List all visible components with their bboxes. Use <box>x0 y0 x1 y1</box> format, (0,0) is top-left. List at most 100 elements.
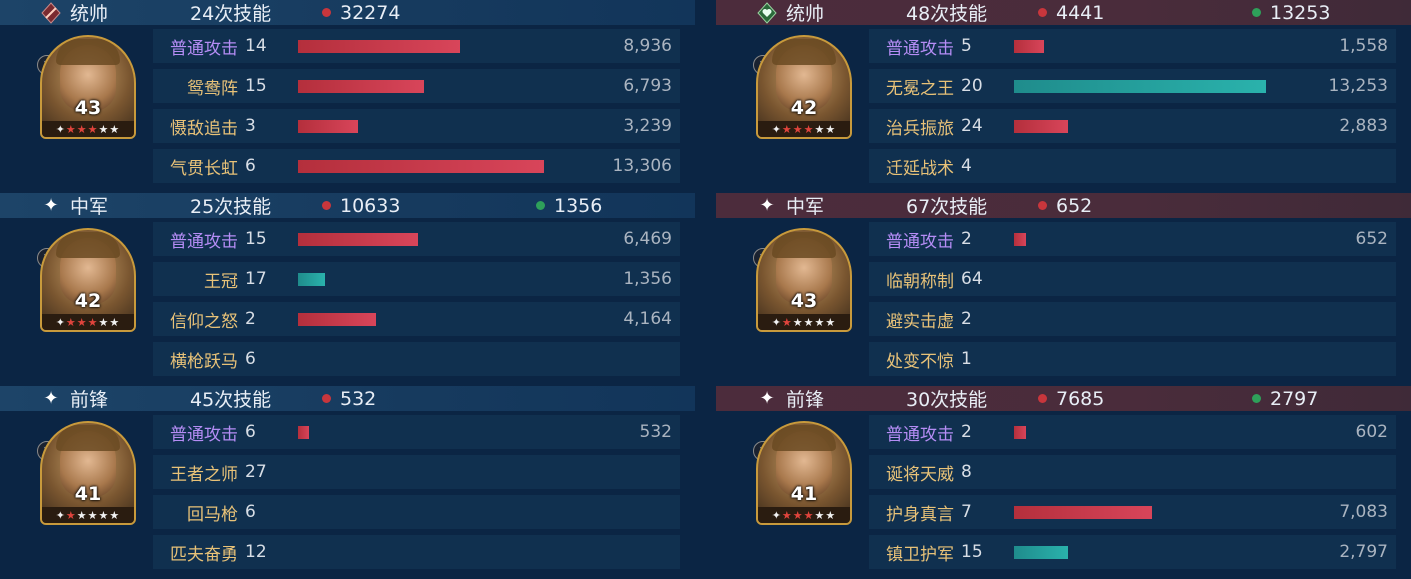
skill-damage-value: 3,239 <box>623 116 672 136</box>
star-rating: ✦ ★ ★ ★ ★ ★ <box>758 507 850 523</box>
hero-header: ✦ 前锋 30次技能 7685 2797 <box>716 386 1411 411</box>
skill-damage-value: 602 <box>1355 422 1388 442</box>
skill-damage-value: 2,883 <box>1339 116 1388 136</box>
skill-cast-count: 14 <box>245 36 267 56</box>
damage-dot-icon <box>322 201 331 210</box>
skill-damage-bar <box>1014 120 1068 133</box>
heart-icon <box>756 1 778 24</box>
star-rating: ✦ ★ ★ ★ ★ ★ <box>42 507 134 523</box>
star-rating: ✦ ★ ★ ★ ★ ★ <box>42 121 134 137</box>
damage-total: 7685 <box>1038 388 1104 410</box>
ally-team-panel: 统帅24次技能32274⚔43✦★★★★★普通攻击148,936鸳鸯阵156,7… <box>0 0 695 578</box>
star-icon: ★ <box>825 315 837 329</box>
hero-portrait[interactable]: 42 ✦ ★ ★ ★ ★ ★ <box>40 228 136 332</box>
skill-damage-value: 4,164 <box>623 309 672 329</box>
enemy-team-panel: 统帅48次技能444113253⚔42✦★★★★★普通攻击51,558无冕之王2… <box>716 0 1411 578</box>
star-icon: ★ <box>98 122 110 136</box>
skill-name: 治兵振旅 <box>886 118 954 139</box>
skill-cast-count: 27 <box>245 462 267 482</box>
star-icon: ★ <box>781 122 793 136</box>
hero-section-3: ✦前锋45次技能532⚔41✦★★★★★普通攻击6532王者之师27回马枪6匹夫… <box>0 386 695 579</box>
hero-level: 42 <box>790 97 818 119</box>
skill-name: 普通攻击 <box>886 424 954 445</box>
star-icon: ★ <box>98 508 110 522</box>
skill-cast-count: 2 <box>245 309 256 329</box>
skill-damage-bar <box>298 313 376 326</box>
hero-portrait[interactable]: 43 ✦ ★ ★ ★ ★ ★ <box>756 228 852 332</box>
skill-cast-count: 6 <box>245 349 256 369</box>
skill-cast-count: 6 <box>245 422 256 442</box>
hero-headgear <box>56 232 120 258</box>
skill-name: 横枪跃马 <box>170 351 238 372</box>
hero-level: 43 <box>74 97 102 119</box>
skill-cast-count: 64 <box>961 269 983 289</box>
skill-row: 气贯长虹 6 13,306 <box>153 149 680 183</box>
star-icon: ★ <box>814 508 826 522</box>
skill-cast-count: 2 <box>961 229 972 249</box>
heal-value: 1356 <box>554 194 603 217</box>
star-icon: ★ <box>803 315 815 329</box>
hero-portrait[interactable]: 43 ✦ ★ ★ ★ ★ ★ <box>40 35 136 139</box>
skill-name: 慑敌追击 <box>170 118 238 139</box>
skill-row: 临朝称制 64 <box>869 262 1396 296</box>
star-icon: ★ <box>109 122 121 136</box>
skill-cast-count: 24 <box>961 116 983 136</box>
skill-name: 镇卫护军 <box>886 544 954 565</box>
skill-row: 普通攻击 2 602 <box>869 415 1396 449</box>
skill-row: 信仰之怒 2 4,164 <box>153 302 680 336</box>
star-icon: ★ <box>109 315 121 329</box>
star-icon: ★ <box>803 508 815 522</box>
skill-damage-value: 652 <box>1355 229 1388 249</box>
hero-section-1: 统帅48次技能444113253⚔42✦★★★★★普通攻击51,558无冕之王2… <box>716 0 1411 193</box>
skill-count: 45次技能 <box>190 389 272 411</box>
skill-row: 普通攻击 5 1,558 <box>869 29 1396 63</box>
hero-header: ✦ 中军 25次技能 10633 1356 <box>0 193 695 218</box>
star-icon: ★ <box>76 508 88 522</box>
skill-damage-bar <box>298 80 424 93</box>
hero-portrait[interactable]: 41 ✦ ★ ★ ★ ★ ★ <box>756 421 852 525</box>
damage-dot-icon <box>1038 201 1047 210</box>
skill-cast-count: 2 <box>961 309 972 329</box>
heal-total: 13253 <box>1252 2 1330 24</box>
star-icon: ★ <box>98 315 110 329</box>
skill-name: 鸳鸯阵 <box>187 78 238 99</box>
hero-header: 统帅 48次技能 4441 13253 <box>716 0 1411 25</box>
star-icon: ★ <box>825 508 837 522</box>
star-icon: ★ <box>814 122 826 136</box>
skill-damage-value: 6,793 <box>623 76 672 96</box>
hero-level: 41 <box>74 483 102 505</box>
role-label: ✦ 前锋 <box>40 385 108 412</box>
skill-row: 无冕之王 20 13,253 <box>869 69 1396 103</box>
skill-row: 迁延战术 4 <box>869 149 1396 183</box>
star-icon: ★ <box>814 315 826 329</box>
skill-name: 临朝称制 <box>886 271 954 292</box>
skill-row: 避实击虚 2 <box>869 302 1396 336</box>
skill-damage-value: 2,797 <box>1339 542 1388 562</box>
skill-name: 匹夫奋勇 <box>170 544 238 565</box>
hero-portrait[interactable]: 42 ✦ ★ ★ ★ ★ ★ <box>756 35 852 139</box>
hero-headgear <box>56 425 120 451</box>
damage-total: 4441 <box>1038 2 1104 24</box>
sparkle-icon: ✦ <box>759 388 775 409</box>
hero-section-2: ✦中军67次技能652⚔43✦★★★★★普通攻击2652临朝称制64避实击虚2处… <box>716 193 1411 386</box>
damage-dot-icon <box>1038 8 1047 17</box>
star-icon: ★ <box>65 508 77 522</box>
skill-count: 25次技能 <box>190 196 272 218</box>
skill-damage-bar <box>298 426 309 439</box>
skill-row: 横枪跃马 6 <box>153 342 680 376</box>
skill-row: 护身真言 7 7,083 <box>869 495 1396 529</box>
heal-dot-icon <box>536 201 545 210</box>
skill-row: 普通攻击 6 532 <box>153 415 680 449</box>
badge-icon: ✦ <box>55 508 66 522</box>
skill-cast-count: 6 <box>245 502 256 522</box>
hero-section-2: ✦中军25次技能106331356⚔42✦★★★★★普通攻击156,469王冠1… <box>0 193 695 386</box>
role-label: ✦ 中军 <box>40 192 108 219</box>
skill-row: 王冠 17 1,356 <box>153 262 680 296</box>
damage-value: 4441 <box>1056 1 1105 24</box>
hero-portrait[interactable]: 41 ✦ ★ ★ ★ ★ ★ <box>40 421 136 525</box>
sparkle-icon: ✦ <box>43 388 59 409</box>
skill-row: 王者之师 27 <box>153 455 680 489</box>
damage-total: 10633 <box>322 195 400 217</box>
badge-icon: ✦ <box>771 315 782 329</box>
skill-damage-bar <box>1014 233 1026 246</box>
